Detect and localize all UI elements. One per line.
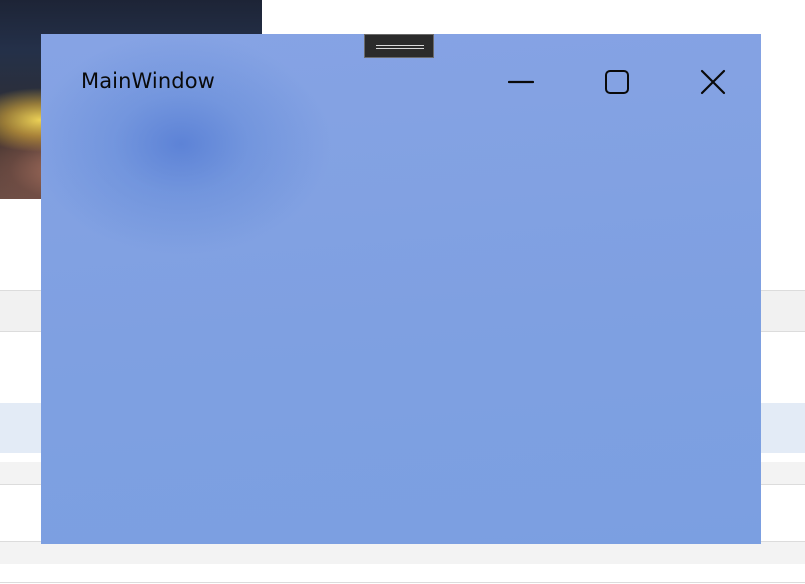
window-title: MainWindow	[81, 69, 215, 93]
grip-line	[376, 45, 424, 46]
main-window[interactable]: MainWindow	[41, 34, 761, 544]
background-row	[0, 541, 805, 564]
maximize-button[interactable]	[593, 60, 641, 104]
drag-handle[interactable]	[364, 34, 434, 58]
minimize-button[interactable]	[497, 60, 545, 104]
background-divider	[0, 582, 805, 583]
close-icon	[700, 69, 726, 95]
close-button[interactable]	[689, 60, 737, 104]
minimize-icon	[508, 80, 534, 84]
maximize-icon	[605, 70, 629, 94]
grip-line	[376, 48, 424, 49]
